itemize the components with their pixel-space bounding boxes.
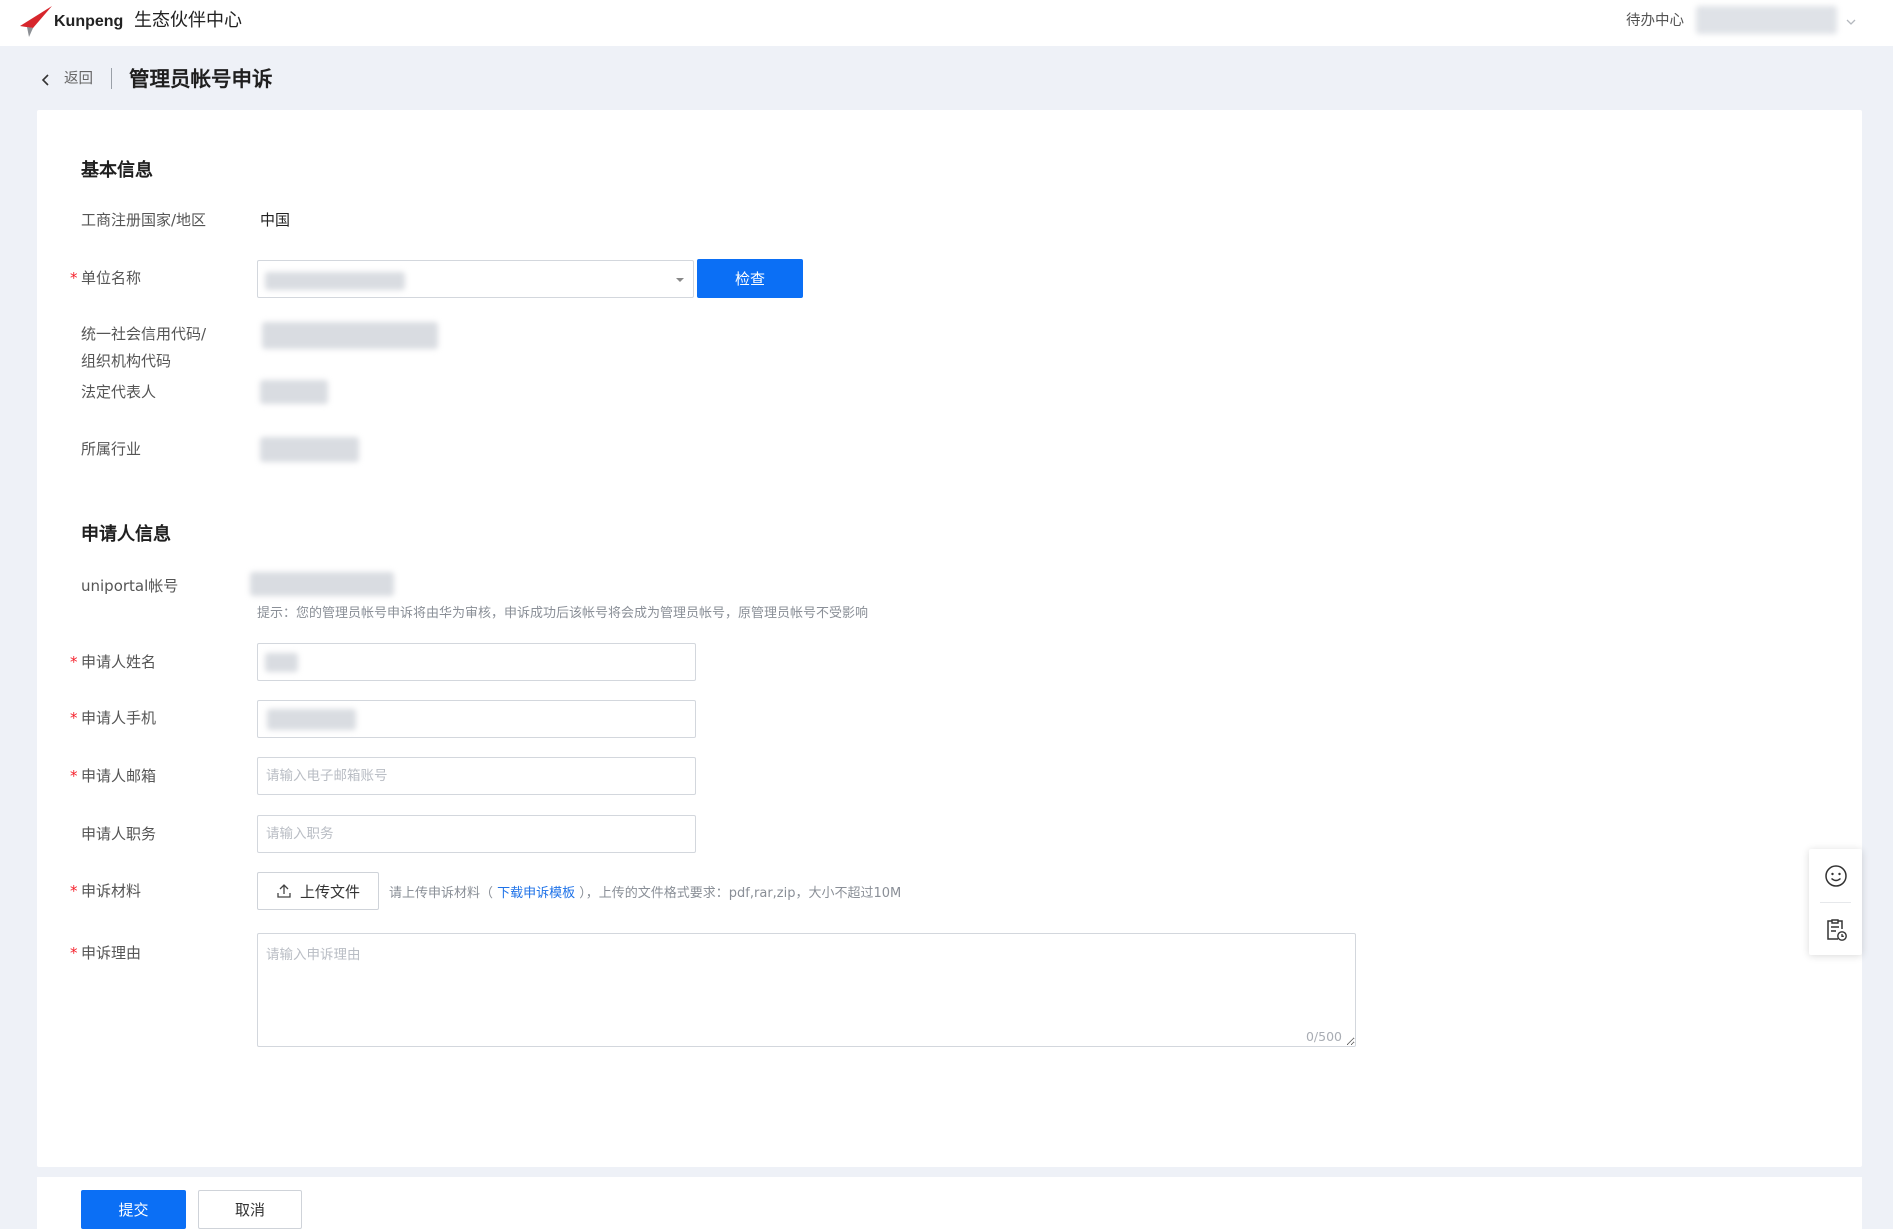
required-mark: * (70, 709, 78, 727)
required-mark: * (70, 882, 78, 900)
cancel-button[interactable]: 取消 (198, 1190, 302, 1229)
company-name-label: 单位名称 (81, 269, 142, 287)
chevron-left-icon[interactable] (40, 72, 52, 86)
top-header: Kunpeng 生态伙伴中心 待办中心 (0, 0, 1893, 46)
back-link[interactable]: 返回 (64, 69, 93, 89)
material-hint-prefix: 请上传申诉材料（ (389, 886, 498, 901)
smiley-icon[interactable] (1823, 863, 1849, 889)
appeal-reason-textarea[interactable] (257, 933, 1356, 1047)
uniportal-label: uniportal帐号 (81, 577, 179, 595)
chevron-down-icon[interactable] (1844, 14, 1858, 28)
applicant-position-field[interactable] (257, 815, 696, 853)
applicant-email-label: 申请人邮箱 (81, 767, 157, 785)
credit-code-label: 统一社会信用代码/ 组织机构代码 (81, 321, 206, 375)
appeal-reason-label: 申诉理由 (81, 944, 142, 962)
brand-logo[interactable] (18, 4, 54, 38)
industry-label: 所属行业 (81, 440, 142, 458)
applicant-name-input[interactable] (257, 643, 696, 681)
upload-file-button[interactable]: 上传文件 (257, 872, 379, 910)
breadcrumb-divider (111, 68, 112, 89)
check-button[interactable]: 检查 (697, 259, 803, 298)
portal-title[interactable]: 生态伙伴中心 (134, 10, 242, 32)
credit-code-label-line1: 统一社会信用代码/ (81, 325, 207, 343)
applicant-phone-input[interactable] (257, 700, 696, 738)
reason-char-counter: 0/500 (1305, 1029, 1342, 1044)
brand-name[interactable]: Kunpeng (54, 12, 123, 32)
submit-button[interactable]: 提交 (81, 1190, 186, 1229)
applicant-phone-label: 申请人手机 (81, 709, 157, 727)
material-hint-suffix: ），上传的文件格式要求：pdf,rar,zip，大小不超过10M (575, 886, 902, 901)
redacted-applicant-phone (267, 709, 356, 730)
required-mark: * (70, 269, 78, 287)
upload-icon (277, 884, 291, 898)
appeal-material-label: 申诉材料 (81, 882, 142, 900)
country-label: 工商注册国家/地区 (81, 211, 207, 229)
applicant-email-input[interactable] (258, 758, 695, 794)
required-mark: * (70, 944, 78, 962)
todo-center-link[interactable]: 待办中心 (1626, 11, 1684, 31)
redacted-legal-representative (260, 380, 328, 404)
upload-file-label: 上传文件 (299, 882, 360, 901)
redacted-industry (260, 437, 359, 462)
page-title: 管理员帐号申诉 (129, 67, 273, 91)
company-name-select[interactable] (257, 260, 694, 298)
credit-code-label-line2: 组织机构代码 (81, 352, 172, 370)
required-mark: * (70, 653, 78, 671)
redacted-uniportal-account (250, 572, 394, 596)
download-template-link[interactable]: 下载申诉模板 (497, 886, 575, 901)
user-account-menu[interactable] (1696, 6, 1837, 34)
caret-down-icon (676, 278, 684, 282)
applicant-name-label: 申请人姓名 (81, 653, 157, 671)
applicant-position-label: 申请人职务 (81, 825, 157, 843)
redacted-applicant-name (265, 653, 298, 672)
applicant-position-input[interactable] (258, 816, 695, 852)
redacted-company-name (265, 272, 405, 290)
section-title-basic-info: 基本信息 (81, 160, 153, 181)
widget-divider (1820, 902, 1851, 903)
redacted-credit-code (262, 322, 438, 349)
feedback-icon[interactable] (1823, 917, 1849, 943)
appeal-form-card: 基本信息 工商注册国家/地区 中国 * 单位名称 检查 统一社会信用代码/ 组织… (37, 110, 1862, 1167)
material-hint: 请上传申诉材料（ 下载申诉模板 ），上传的文件格式要求：pdf,rar,zip，… (389, 885, 901, 903)
applicant-email-field[interactable] (257, 757, 696, 795)
floating-tools (1809, 849, 1862, 955)
section-title-applicant-info: 申请人信息 (81, 524, 171, 545)
appeal-reason-wrapper: 0/500 (257, 933, 1356, 1047)
required-mark: * (70, 767, 78, 785)
legal-representative-label: 法定代表人 (81, 383, 157, 401)
appeal-hint: 提示：您的管理员帐号申诉将由华为审核，申诉成功后该帐号将会成为管理员帐号，原管理… (257, 606, 869, 621)
country-value: 中国 (260, 211, 291, 229)
form-footer: 提交 取消 (37, 1177, 1862, 1229)
